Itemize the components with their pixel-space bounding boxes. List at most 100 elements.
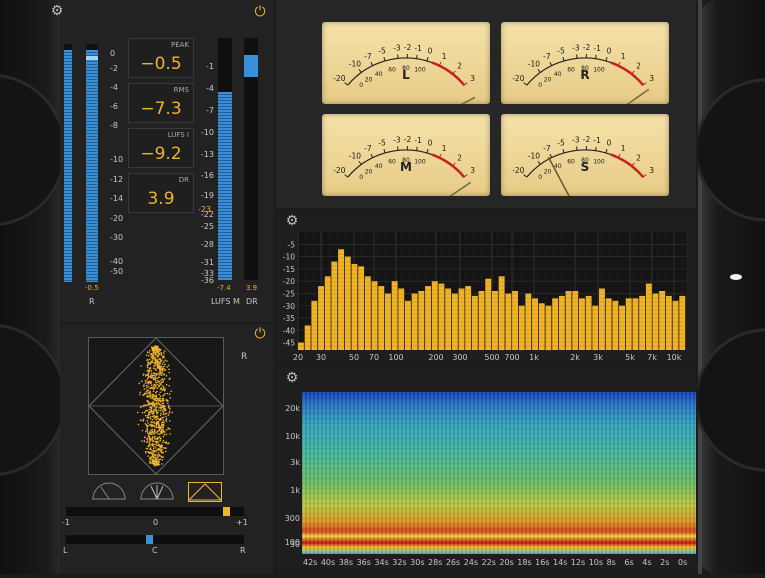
balance-slider[interactable] [66, 507, 244, 516]
gonio-dot [145, 431, 147, 433]
gonio-dot [147, 351, 149, 353]
spectrum-bar [519, 306, 525, 350]
gonio-dot [153, 444, 155, 446]
gonio-dot [168, 385, 170, 387]
stereo-power-icon[interactable]: ⏻ [253, 327, 267, 341]
gonio-dot [151, 385, 153, 387]
loudness-scale-tick: -16 [201, 171, 214, 180]
level-meter-settings-icon[interactable]: ⚙ [50, 4, 64, 18]
gonio-dot [152, 438, 154, 440]
gonio-dot [163, 361, 165, 363]
vu-inner-scale-label: 0 [359, 174, 363, 181]
spectrum-bar [566, 291, 572, 350]
gonio-dot [156, 419, 158, 421]
pan-center-label: C [152, 546, 158, 555]
spectrum-y-tick: -40 [283, 326, 295, 335]
gonio-dot [149, 393, 151, 395]
vu-channel-label: L [322, 68, 490, 82]
gonio-dot [145, 415, 147, 417]
gonio-dot [157, 431, 159, 433]
gonio-dot [144, 393, 146, 395]
gonio-dot [149, 409, 151, 411]
gonio-dot [163, 417, 165, 419]
goniometer [88, 337, 224, 475]
spectrum-bar [445, 289, 451, 351]
spectrogram-settings-icon[interactable]: ⚙ [285, 371, 299, 385]
gonio-dot [159, 407, 161, 409]
pan-slider[interactable] [66, 535, 244, 544]
gonio-dot [156, 445, 158, 447]
gonio-dot [157, 387, 159, 389]
gonio-dot [149, 433, 151, 435]
vu-scale-label: -3 [572, 135, 580, 144]
gonio-dot [141, 440, 143, 442]
gonio-dot [150, 424, 152, 426]
gonio-dot [152, 416, 154, 418]
vu-scale-label: -1 [414, 136, 422, 145]
dr-bar-value: 3.9 [246, 284, 257, 292]
gonio-dot [164, 350, 166, 352]
gonio-dot [158, 445, 160, 447]
gonio-dot [157, 384, 159, 386]
level-meter-power-icon[interactable]: ⏻ [253, 5, 267, 19]
gonio-dot [147, 426, 149, 428]
level-scale-tick: -20 [110, 214, 123, 223]
vu-meter-s: -20-10-7-5-3-2-10123020406080100S [501, 114, 669, 196]
level-scale-tick: -2 [110, 64, 118, 73]
gonio-dot [162, 405, 164, 407]
spectrum-bar [352, 264, 358, 350]
spectrogram-y-tick: 30 [280, 540, 300, 549]
gonio-dot [169, 408, 171, 410]
vu-scale-label: -5 [378, 46, 386, 55]
spectrogram-x-tick: 28s [428, 558, 442, 567]
gonio-dot [159, 350, 161, 352]
gonio-dot [152, 431, 154, 433]
vu-channel-label: S [501, 160, 669, 174]
gonio-dot [163, 366, 165, 368]
gonio-dot [151, 373, 153, 375]
lufs-m-bar [218, 38, 232, 280]
gonio-mode-scatter-icon[interactable] [139, 482, 175, 500]
vu-scale-label: -2 [404, 43, 412, 52]
gonio-dot [164, 447, 166, 449]
gonio-dot [147, 362, 149, 364]
gonio-dot [145, 380, 147, 382]
gonio-dot [148, 446, 150, 448]
gonio-dot [163, 422, 165, 424]
gonio-mode-polar-icon[interactable] [91, 482, 127, 500]
gonio-dot [159, 381, 161, 383]
gonio-dot [151, 459, 153, 461]
vu-scale-label: -3 [572, 43, 580, 52]
gonio-dot [144, 388, 146, 390]
gonio-dot [157, 347, 159, 349]
loudness-target-marker: -23 [198, 205, 211, 214]
gonio-dot [160, 395, 162, 397]
gonio-dot [161, 463, 163, 465]
gonio-dot [154, 418, 156, 420]
gonio-dot [146, 370, 148, 372]
gonio-dot [149, 403, 151, 405]
gonio-mode-lissajous-icon[interactable] [188, 482, 222, 502]
gonio-dot [159, 440, 161, 442]
rms-value: −7.3 [129, 99, 193, 119]
gonio-dot [164, 360, 166, 362]
gonio-dot [158, 373, 160, 375]
gonio-dot [164, 393, 166, 395]
vu-scale-label: -3 [393, 43, 401, 52]
gonio-dot [147, 378, 149, 380]
gonio-dot [163, 352, 165, 354]
spectrum-bar [459, 289, 465, 351]
gonio-dot [142, 394, 144, 396]
gonio-dot [152, 404, 154, 406]
gonio-dot [156, 382, 158, 384]
gonio-dot [152, 413, 154, 415]
peak-meter-channel-label: R [89, 297, 95, 306]
gonio-dot [158, 399, 160, 401]
gonio-dot [149, 443, 151, 445]
spectrum-y-tick: -10 [283, 253, 295, 262]
spectrum-bar [405, 301, 411, 350]
gonio-dot [151, 381, 153, 383]
gonio-dot [158, 421, 160, 423]
gonio-dot [146, 387, 148, 389]
gonio-dot [148, 424, 150, 426]
